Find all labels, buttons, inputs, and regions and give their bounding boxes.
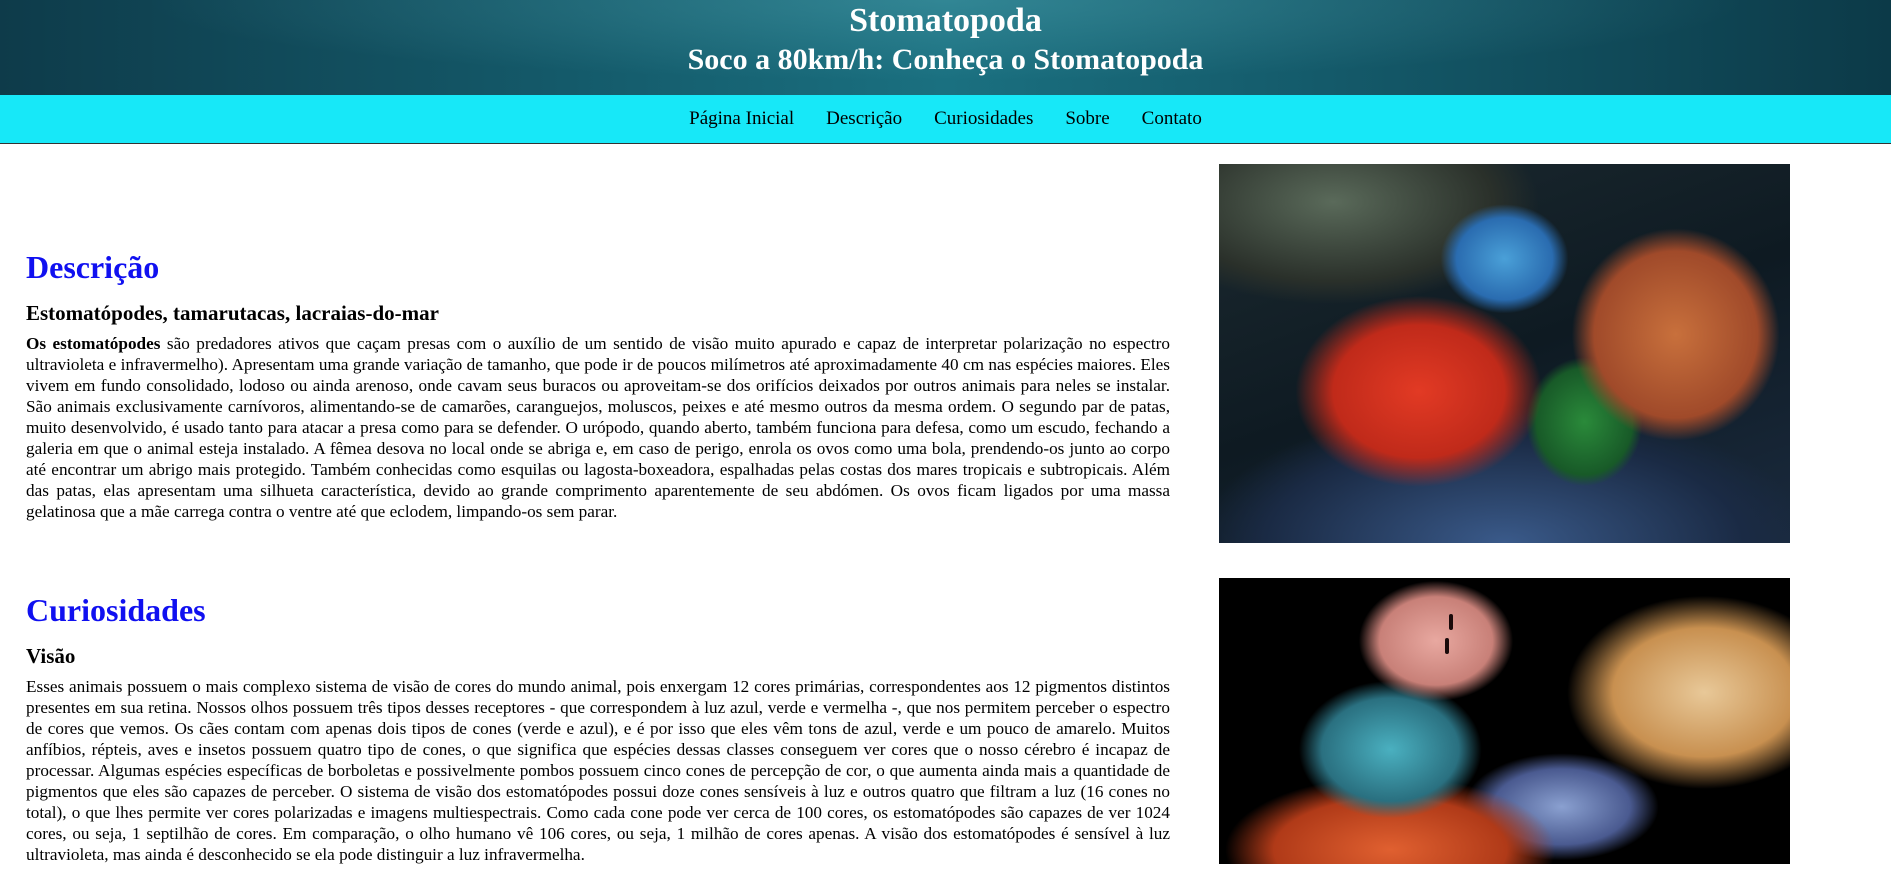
nav-link-contato[interactable]: Contato xyxy=(1142,108,1202,130)
main-nav: Página Inicial Descrição Curiosidades So… xyxy=(0,95,1891,144)
section-subheading-nomes: Estomatópodes, tamarutacas, lacraias-do-… xyxy=(26,301,439,325)
page-banner: Stomatopoda Soco a 80km/h: Conheça o Sto… xyxy=(0,0,1891,95)
nav-link-descricao[interactable]: Descrição xyxy=(826,108,902,130)
section-subheading-visao: Visão xyxy=(26,644,76,668)
section-curiosidades: Curiosidades Visão Esses animais possuem… xyxy=(26,590,1170,865)
mantis-shrimp-eye-closeup-photo xyxy=(1219,578,1790,864)
nav-link-home[interactable]: Página Inicial xyxy=(689,108,794,130)
section-heading-descricao: Descrição xyxy=(26,249,160,285)
eye-pupil-mark xyxy=(1449,614,1453,630)
eye-pupil-mark xyxy=(1445,638,1449,654)
descricao-lead: Os estomatópodes xyxy=(26,334,161,353)
nav-link-curiosidades[interactable]: Curiosidades xyxy=(934,108,1033,130)
nav-link-sobre[interactable]: Sobre xyxy=(1065,108,1109,130)
section-descricao: Descrição Estomatópodes, tamarutacas, la… xyxy=(26,247,1170,522)
curiosidades-paragraph: Esses animais possuem o mais complexo si… xyxy=(26,677,1170,864)
section-heading-curiosidades: Curiosidades xyxy=(26,592,206,628)
descricao-paragraph: Os estomatópodes são predadores ativos q… xyxy=(26,333,1170,522)
site-title: Stomatopoda xyxy=(849,2,1042,39)
descricao-text: são predadores ativos que caçam presas c… xyxy=(26,334,1170,521)
site-subtitle: Soco a 80km/h: Conheça o Stomatopoda xyxy=(687,43,1204,76)
mantis-shrimp-photo xyxy=(1219,164,1790,543)
